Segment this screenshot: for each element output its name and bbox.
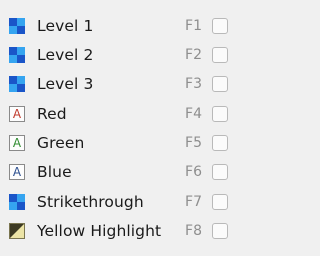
shortcut-label: Blue: [37, 163, 72, 181]
shortcut-checkbox[interactable]: [212, 18, 228, 34]
shortcut-checkbox[interactable]: [212, 194, 228, 210]
shortcut-row-level-1[interactable]: Level 1 F1: [0, 12, 250, 41]
highlight-icon: [9, 223, 25, 239]
shortcut-key: F3: [185, 76, 202, 92]
shortcut-label: Strikethrough: [37, 193, 144, 211]
shortcut-checkbox[interactable]: [212, 76, 228, 92]
shortcut-row-blue[interactable]: A Blue F6: [0, 158, 250, 187]
shortcut-checkbox[interactable]: [212, 223, 228, 239]
shortcut-row-yellow-highlight[interactable]: Yellow Highlight F8: [0, 217, 250, 246]
level-icon: [9, 18, 25, 34]
shortcut-key: F8: [185, 223, 202, 239]
green-text-icon: A: [9, 135, 25, 151]
shortcut-key: F2: [185, 47, 202, 63]
level-icon: [9, 76, 25, 92]
strikethrough-icon: [9, 194, 25, 210]
shortcut-label: Level 3: [37, 75, 94, 93]
shortcut-label: Level 2: [37, 46, 94, 64]
shortcut-key: F7: [185, 194, 202, 210]
shortcut-label: Level 1: [37, 17, 94, 35]
shortcut-label: Red: [37, 105, 67, 123]
shortcut-key: F6: [185, 164, 202, 180]
shortcut-key: F1: [185, 18, 202, 34]
red-text-icon: A: [9, 106, 25, 122]
shortcut-checkbox[interactable]: [212, 135, 228, 151]
shortcut-key: F4: [185, 106, 202, 122]
shortcut-checkbox[interactable]: [212, 164, 228, 180]
shortcut-row-level-2[interactable]: Level 2 F2: [0, 41, 250, 70]
shortcut-key: F5: [185, 135, 202, 151]
shortcut-row-green[interactable]: A Green F5: [0, 129, 250, 158]
shortcut-row-red[interactable]: A Red F4: [0, 100, 250, 129]
shortcut-checkbox[interactable]: [212, 106, 228, 122]
shortcut-label: Yellow Highlight: [37, 222, 162, 240]
shortcut-checkbox[interactable]: [212, 47, 228, 63]
level-icon: [9, 47, 25, 63]
shortcut-row-strikethrough[interactable]: Strikethrough F7: [0, 188, 250, 217]
blue-text-icon: A: [9, 164, 25, 180]
shortcut-row-level-3[interactable]: Level 3 F3: [0, 70, 250, 99]
shortcut-label: Green: [37, 134, 85, 152]
shortcut-list: Level 1 F1 Level 2 F2 Level 3 F3 A Red F…: [0, 0, 250, 256]
